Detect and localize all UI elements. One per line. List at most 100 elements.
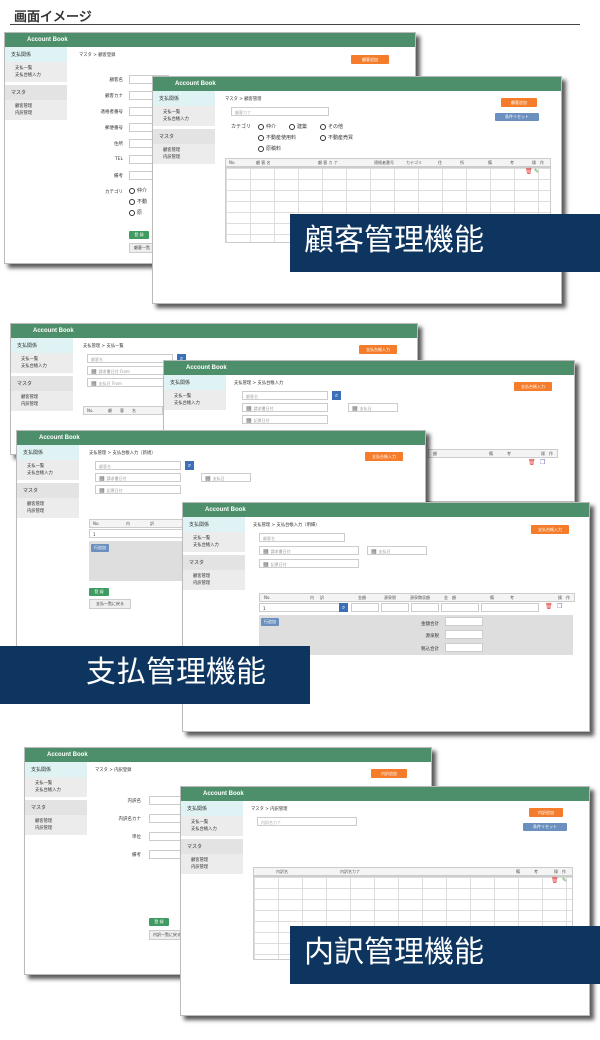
sidebar-item-payment-entry[interactable]: 支払台帳入力	[35, 787, 77, 794]
sidebar-item-payment-entry[interactable]: 支払台帳入力	[15, 72, 57, 79]
search-icon[interactable]: ⌕	[185, 461, 194, 470]
sidebar-section-master[interactable]: マスタ	[181, 839, 243, 854]
entry-date[interactable]: ▦ 記票日付	[242, 415, 328, 424]
sidebar-item-payment-list[interactable]: 支払一覧	[27, 463, 69, 470]
sidebar-item-payment-list[interactable]: 支払一覧	[15, 65, 57, 72]
sidebar-item-breakdown[interactable]: 内訳管理	[27, 508, 69, 515]
sidebar-item-breakdown[interactable]: 内訳管理	[15, 110, 57, 117]
sidebar-item-payment-list[interactable]: 支払一覧	[163, 109, 205, 116]
radio-other[interactable]: その他	[320, 123, 343, 130]
trash-icon[interactable]: 🗑	[551, 877, 559, 884]
back-to-payment-list-button[interactable]: 支払一覧に戻る	[89, 599, 131, 609]
copy-icon[interactable]: ❐	[540, 459, 545, 466]
sidebar-section-payment[interactable]: 支払関係	[153, 91, 215, 106]
invoice-date[interactable]: ▦ 請求書日付	[259, 546, 359, 555]
radio-construction[interactable]: 建築	[289, 123, 307, 130]
search-icon[interactable]: ⌕	[332, 391, 341, 400]
sidebar-item-customers[interactable]: 顧客管理	[163, 147, 205, 154]
sidebar-item-payment-entry[interactable]: 支払台帳入力	[191, 826, 233, 833]
trash-icon[interactable]: 🗑	[528, 459, 536, 466]
sidebar-section-payment[interactable]: 支払関係	[5, 47, 67, 62]
sidebar-item-payment-entry[interactable]: 支払台帳入力	[21, 363, 63, 370]
sidebar-section-master[interactable]: マスタ	[11, 376, 73, 391]
entry-date[interactable]: ▦ 記票日付	[259, 559, 359, 568]
payment-entry-button[interactable]: 支払台帳入力	[365, 452, 403, 461]
invoice-date-from[interactable]: ▦ 請求書日付 From	[87, 366, 173, 375]
search-input[interactable]: 内訳名カナ	[257, 817, 357, 826]
add-customer-button[interactable]: 顧客追加	[501, 98, 537, 107]
sidebar-item-payment-entry[interactable]: 支払台帳入力	[193, 542, 235, 549]
sidebar-section-payment[interactable]: 支払関係	[181, 801, 243, 816]
add-breakdown-button[interactable]: 内訳追加	[371, 769, 407, 778]
search-input[interactable]: 顧客名	[242, 391, 328, 400]
sidebar-section-payment[interactable]: 支払関係	[183, 517, 245, 532]
search-input[interactable]: 顧客名	[87, 354, 173, 363]
register-button[interactable]: 登 録	[149, 918, 169, 926]
sidebar-section-master[interactable]: マスタ	[17, 483, 79, 498]
search-input[interactable]: 顧客名	[259, 533, 345, 542]
pay-date[interactable]: ▦ 支払日	[348, 403, 398, 412]
sidebar-item-breakdown[interactable]: 内訳管理	[35, 825, 77, 832]
trash-icon[interactable]: 🗑	[525, 168, 533, 175]
sidebar-item-customers[interactable]: 顧客管理	[27, 501, 69, 508]
sidebar-section-master[interactable]: マスタ	[153, 129, 215, 144]
sidebar-section-master[interactable]: マスタ	[25, 800, 87, 815]
sidebar-item-customers[interactable]: 顧客管理	[21, 394, 63, 401]
add-row-button[interactable]: 行追加	[91, 544, 109, 552]
note-input[interactable]	[481, 603, 539, 612]
sidebar-item-payment-list[interactable]: 支払一覧	[21, 356, 63, 363]
sidebar-item-payment-list[interactable]: 支払一覧	[191, 819, 233, 826]
sidebar-item-payment-list[interactable]: 支払一覧	[193, 535, 235, 542]
sidebar-item-customers[interactable]: 顧客管理	[15, 103, 57, 110]
trash-icon[interactable]: 🗑	[545, 603, 553, 610]
register-button[interactable]: 登 録	[129, 231, 149, 239]
search-input[interactable]: 顧客名	[95, 461, 181, 470]
add-customer-button[interactable]: 顧客追加	[351, 55, 389, 64]
withholding-input[interactable]	[411, 603, 439, 612]
pay-date-from[interactable]: ▦ 支払日 From	[87, 378, 173, 387]
tax-input[interactable]	[381, 603, 409, 612]
sidebar-section-payment[interactable]: 支払関係	[25, 762, 87, 777]
radio-intermediary[interactable]: 仲介	[129, 187, 147, 194]
sidebar-section-payment[interactable]: 支払関係	[164, 375, 226, 390]
add-row-button[interactable]: 行追加	[261, 618, 279, 626]
sidebar-item-payment-list[interactable]: 支払一覧	[35, 780, 77, 787]
copy-icon[interactable]: ❐	[557, 603, 562, 610]
payment-entry-button[interactable]: 支払台帳入力	[531, 525, 569, 534]
breakdown-row-1[interactable]: 1	[89, 529, 185, 538]
sidebar-section-master[interactable]: マスタ	[183, 555, 245, 570]
add-breakdown-button[interactable]: 内訳追加	[529, 808, 563, 817]
sidebar-item-breakdown[interactable]: 内訳管理	[163, 154, 205, 161]
radio-manuscript[interactable]: 原稿料	[258, 145, 281, 152]
sidebar-item-customers[interactable]: 顧客管理	[193, 573, 235, 580]
radio-manuscript[interactable]: 原	[129, 209, 142, 216]
sidebar-section-payment[interactable]: 支払関係	[17, 445, 79, 460]
reset-button[interactable]: 条件リセット	[495, 113, 539, 121]
register-button[interactable]: 登 録	[89, 588, 109, 596]
sidebar-item-customers[interactable]: 顧客管理	[191, 857, 233, 864]
sidebar-item-breakdown[interactable]: 内訳管理	[21, 401, 63, 408]
breakdown-row-1[interactable]: 1	[259, 603, 343, 612]
search-input[interactable]: 顧客カナ	[231, 107, 329, 116]
payment-entry-button[interactable]: 支払台帳入力	[514, 382, 552, 391]
edit-icon[interactable]: ✎	[534, 168, 539, 175]
reset-button[interactable]: 条件リセット	[523, 823, 567, 831]
search-icon[interactable]: ⌕	[339, 603, 348, 612]
sidebar-item-payment-entry[interactable]: 支払台帳入力	[174, 400, 216, 407]
sidebar-item-payment-entry[interactable]: 支払台帳入力	[163, 116, 205, 123]
radio-real-estate-use[interactable]: 不動産使用料	[258, 134, 296, 141]
total-input[interactable]	[441, 603, 479, 612]
amount-input[interactable]	[351, 603, 379, 612]
sidebar-item-breakdown[interactable]: 内訳管理	[193, 580, 235, 587]
sidebar-section-payment[interactable]: 支払関係	[11, 338, 73, 353]
payment-entry-button[interactable]: 支払台帳入力	[359, 345, 397, 354]
radio-real-estate[interactable]: 不動	[129, 198, 147, 205]
pay-date[interactable]: ▦ 支払日	[367, 546, 427, 555]
edit-icon[interactable]: ✎	[562, 877, 567, 884]
invoice-date[interactable]: ▦ 請求書日付	[242, 403, 328, 412]
pay-date[interactable]: ▦ 支払日	[201, 473, 251, 482]
radio-real-estate-sale[interactable]: 不動産売買	[320, 134, 353, 141]
entry-date[interactable]: ▦ 記票日付	[95, 485, 181, 494]
sidebar-item-payment-entry[interactable]: 支払台帳入力	[27, 470, 69, 477]
sidebar-item-breakdown[interactable]: 内訳管理	[191, 864, 233, 871]
